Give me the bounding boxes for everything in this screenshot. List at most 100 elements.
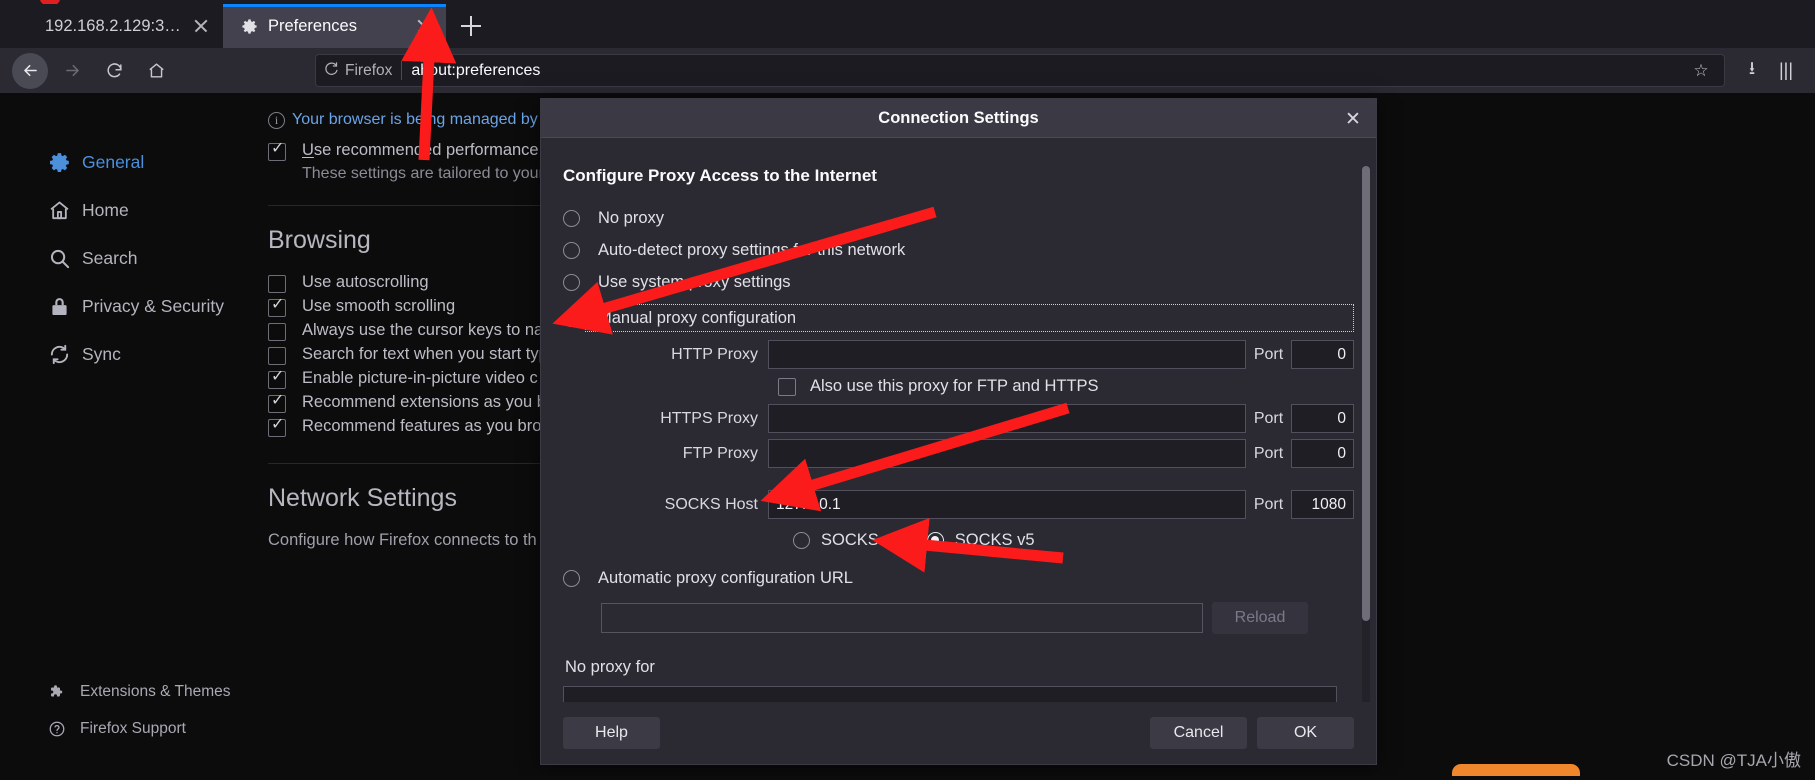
checkbox-icon[interactable] [778, 377, 796, 396]
share-proxy-checkbox-label: Also use this proxy for FTP and HTTPS [810, 377, 1099, 395]
radio-label: Manual proxy configuration [598, 308, 797, 327]
socks-v4-label: SOCKS v4 [821, 531, 901, 549]
ftp-proxy-input[interactable] [768, 439, 1246, 468]
new-tab-button[interactable] [452, 7, 490, 45]
sidebar-item-sync[interactable]: Sync [0, 330, 268, 378]
radio-icon-socks-v4[interactable] [793, 532, 810, 549]
checkbox-icon[interactable] [268, 368, 286, 389]
sidebar-item-privacy-security[interactable]: Privacy & Security [0, 282, 268, 330]
socks-port-label: Port [1253, 495, 1284, 513]
radio-auto-detect-proxy[interactable]: Auto-detect proxy settings for this netw… [563, 234, 1354, 266]
socks-v5-label: SOCKS v5 [954, 531, 1035, 549]
watermark: CSDN @TJA小傲 [1666, 751, 1801, 770]
library-icon[interactable]: ||| [1769, 54, 1803, 88]
ftp-proxy-row: FTP Proxy Port 0 [563, 439, 1354, 468]
cancel-button[interactable]: Cancel [1150, 717, 1247, 749]
close-icon[interactable]: ✕ [1340, 106, 1366, 132]
socks-port-input[interactable]: 1080 [1291, 490, 1354, 519]
gear-icon [239, 16, 259, 36]
gear-icon [48, 151, 82, 174]
no-proxy-for-label: No proxy for [565, 658, 655, 676]
scrollbar-thumb[interactable] [1362, 166, 1370, 621]
sidebar-foot-label: Firefox Support [80, 719, 186, 737]
sidebar-item-label: General [82, 151, 145, 172]
tab-title: 192.168.2.129:3306/ [45, 16, 189, 35]
radio-use-system-proxy[interactable]: Use system proxy settings [563, 266, 1354, 298]
url-bar[interactable]: Firefox about:preferences ☆ [315, 54, 1725, 87]
socks-version-row: SOCKS v4 SOCKS v5 [563, 531, 1354, 550]
connection-settings-dialog: Connection Settings ✕ Configure Proxy Ac… [540, 98, 1377, 765]
forward-icon[interactable] [54, 53, 90, 89]
help-button[interactable]: Help [563, 717, 660, 749]
radio-no-proxy[interactable]: No proxy [563, 202, 1354, 234]
tab-favicon-placeholder [16, 16, 36, 36]
radio-icon[interactable] [563, 309, 580, 327]
checkbox-icon[interactable] [268, 416, 286, 437]
dialog-body: Configure Proxy Access to the Internet N… [541, 138, 1376, 702]
sidebar-item-general[interactable]: General [0, 138, 268, 186]
close-icon[interactable] [189, 14, 213, 38]
identity-box[interactable]: Firefox [324, 61, 403, 80]
checkbox-icon[interactable] [268, 296, 286, 317]
http-port-input[interactable]: 0 [1291, 340, 1354, 369]
sidebar-item-search[interactable]: Search [0, 234, 268, 282]
reload-icon[interactable] [96, 53, 132, 89]
dialog-scrollbar[interactable] [1362, 166, 1370, 702]
dialog-footer: Help Cancel OK [541, 702, 1376, 764]
share-proxy-checkbox-row[interactable]: Also use this proxy for FTP and HTTPS [563, 377, 1354, 396]
https-proxy-row: HTTPS Proxy Port 0 [563, 404, 1354, 433]
browsing-item-label: Use autoscrolling [302, 273, 429, 291]
url-text[interactable]: about:preferences [411, 62, 1686, 80]
browsing-item-label: Recommend features as you brow [302, 417, 554, 435]
ftp-port-input[interactable]: 0 [1291, 439, 1354, 468]
radio-icon[interactable] [563, 209, 580, 227]
browsing-item-label: Search for text when you start typ [302, 345, 548, 363]
radio-icon-socks-v5[interactable] [926, 532, 944, 549]
bottom-bar [0, 776, 1815, 780]
socks-host-row: SOCKS Host 127.0.0.1 Port 1080 [563, 490, 1354, 519]
dialog-title: Connection Settings [878, 108, 1039, 127]
reload-button[interactable]: Reload [1212, 602, 1308, 634]
bookmark-star-icon[interactable]: ☆ [1686, 56, 1716, 86]
sidebar-item-extensions-themes[interactable]: Extensions & Themes [0, 673, 268, 710]
http-proxy-label: HTTP Proxy [671, 345, 758, 363]
configure-proxy-heading: Configure Proxy Access to the Internet [563, 166, 877, 185]
radio-manual-proxy-configuration[interactable]: Manual proxy configuration [563, 302, 1354, 334]
checkbox-icon[interactable] [268, 347, 286, 365]
sidebar-item-home[interactable]: Home [0, 186, 268, 234]
downloads-icon[interactable]: ⭳ [1735, 54, 1769, 88]
browsing-item-label: Enable picture-in-picture video c [302, 369, 538, 387]
checkbox-icon[interactable] [268, 275, 286, 293]
pac-url-input[interactable] [601, 603, 1203, 633]
checkbox-icon[interactable] [268, 392, 286, 413]
ok-button[interactable]: OK [1257, 717, 1354, 749]
browser-tab-1[interactable]: Preferences [223, 4, 446, 48]
sync-icon [48, 343, 82, 366]
radio-automatic-proxy-configuration-url[interactable]: Automatic proxy configuration URL [563, 562, 1354, 594]
browser-tab-0[interactable]: 192.168.2.129:3306/ [0, 4, 223, 48]
radio-label: No proxy [598, 208, 665, 227]
sidebar-item-firefox-support[interactable]: Firefox Support [0, 710, 268, 747]
checkbox-icon[interactable] [268, 323, 286, 341]
radio-icon[interactable] [563, 569, 580, 587]
http-proxy-row: HTTP Proxy Port 0 [563, 340, 1354, 369]
close-icon[interactable] [412, 14, 436, 38]
lock-icon [48, 295, 82, 318]
radio-icon[interactable] [563, 241, 580, 259]
info-icon: i [268, 111, 285, 129]
puzzle-icon [48, 683, 80, 701]
https-port-input[interactable]: 0 [1291, 404, 1354, 433]
home-icon[interactable] [138, 53, 174, 89]
no-proxy-for-input[interactable] [563, 686, 1337, 702]
http-proxy-input[interactable] [768, 340, 1246, 369]
sidebar-item-label: Home [82, 199, 129, 220]
back-icon[interactable] [12, 52, 48, 89]
browsing-item-label: Use smooth scrolling [302, 297, 456, 315]
radio-icon[interactable] [563, 273, 580, 291]
socks-host-input[interactable]: 127.0.0.1 [768, 490, 1246, 519]
https-proxy-input[interactable] [768, 404, 1246, 433]
pac-url-row: Reload [563, 602, 1354, 634]
tab-strip: 192.168.2.129:3306/ Preferences [0, 0, 1815, 48]
checkbox-icon[interactable] [268, 140, 286, 161]
radio-label: Automatic proxy configuration URL [598, 568, 853, 587]
